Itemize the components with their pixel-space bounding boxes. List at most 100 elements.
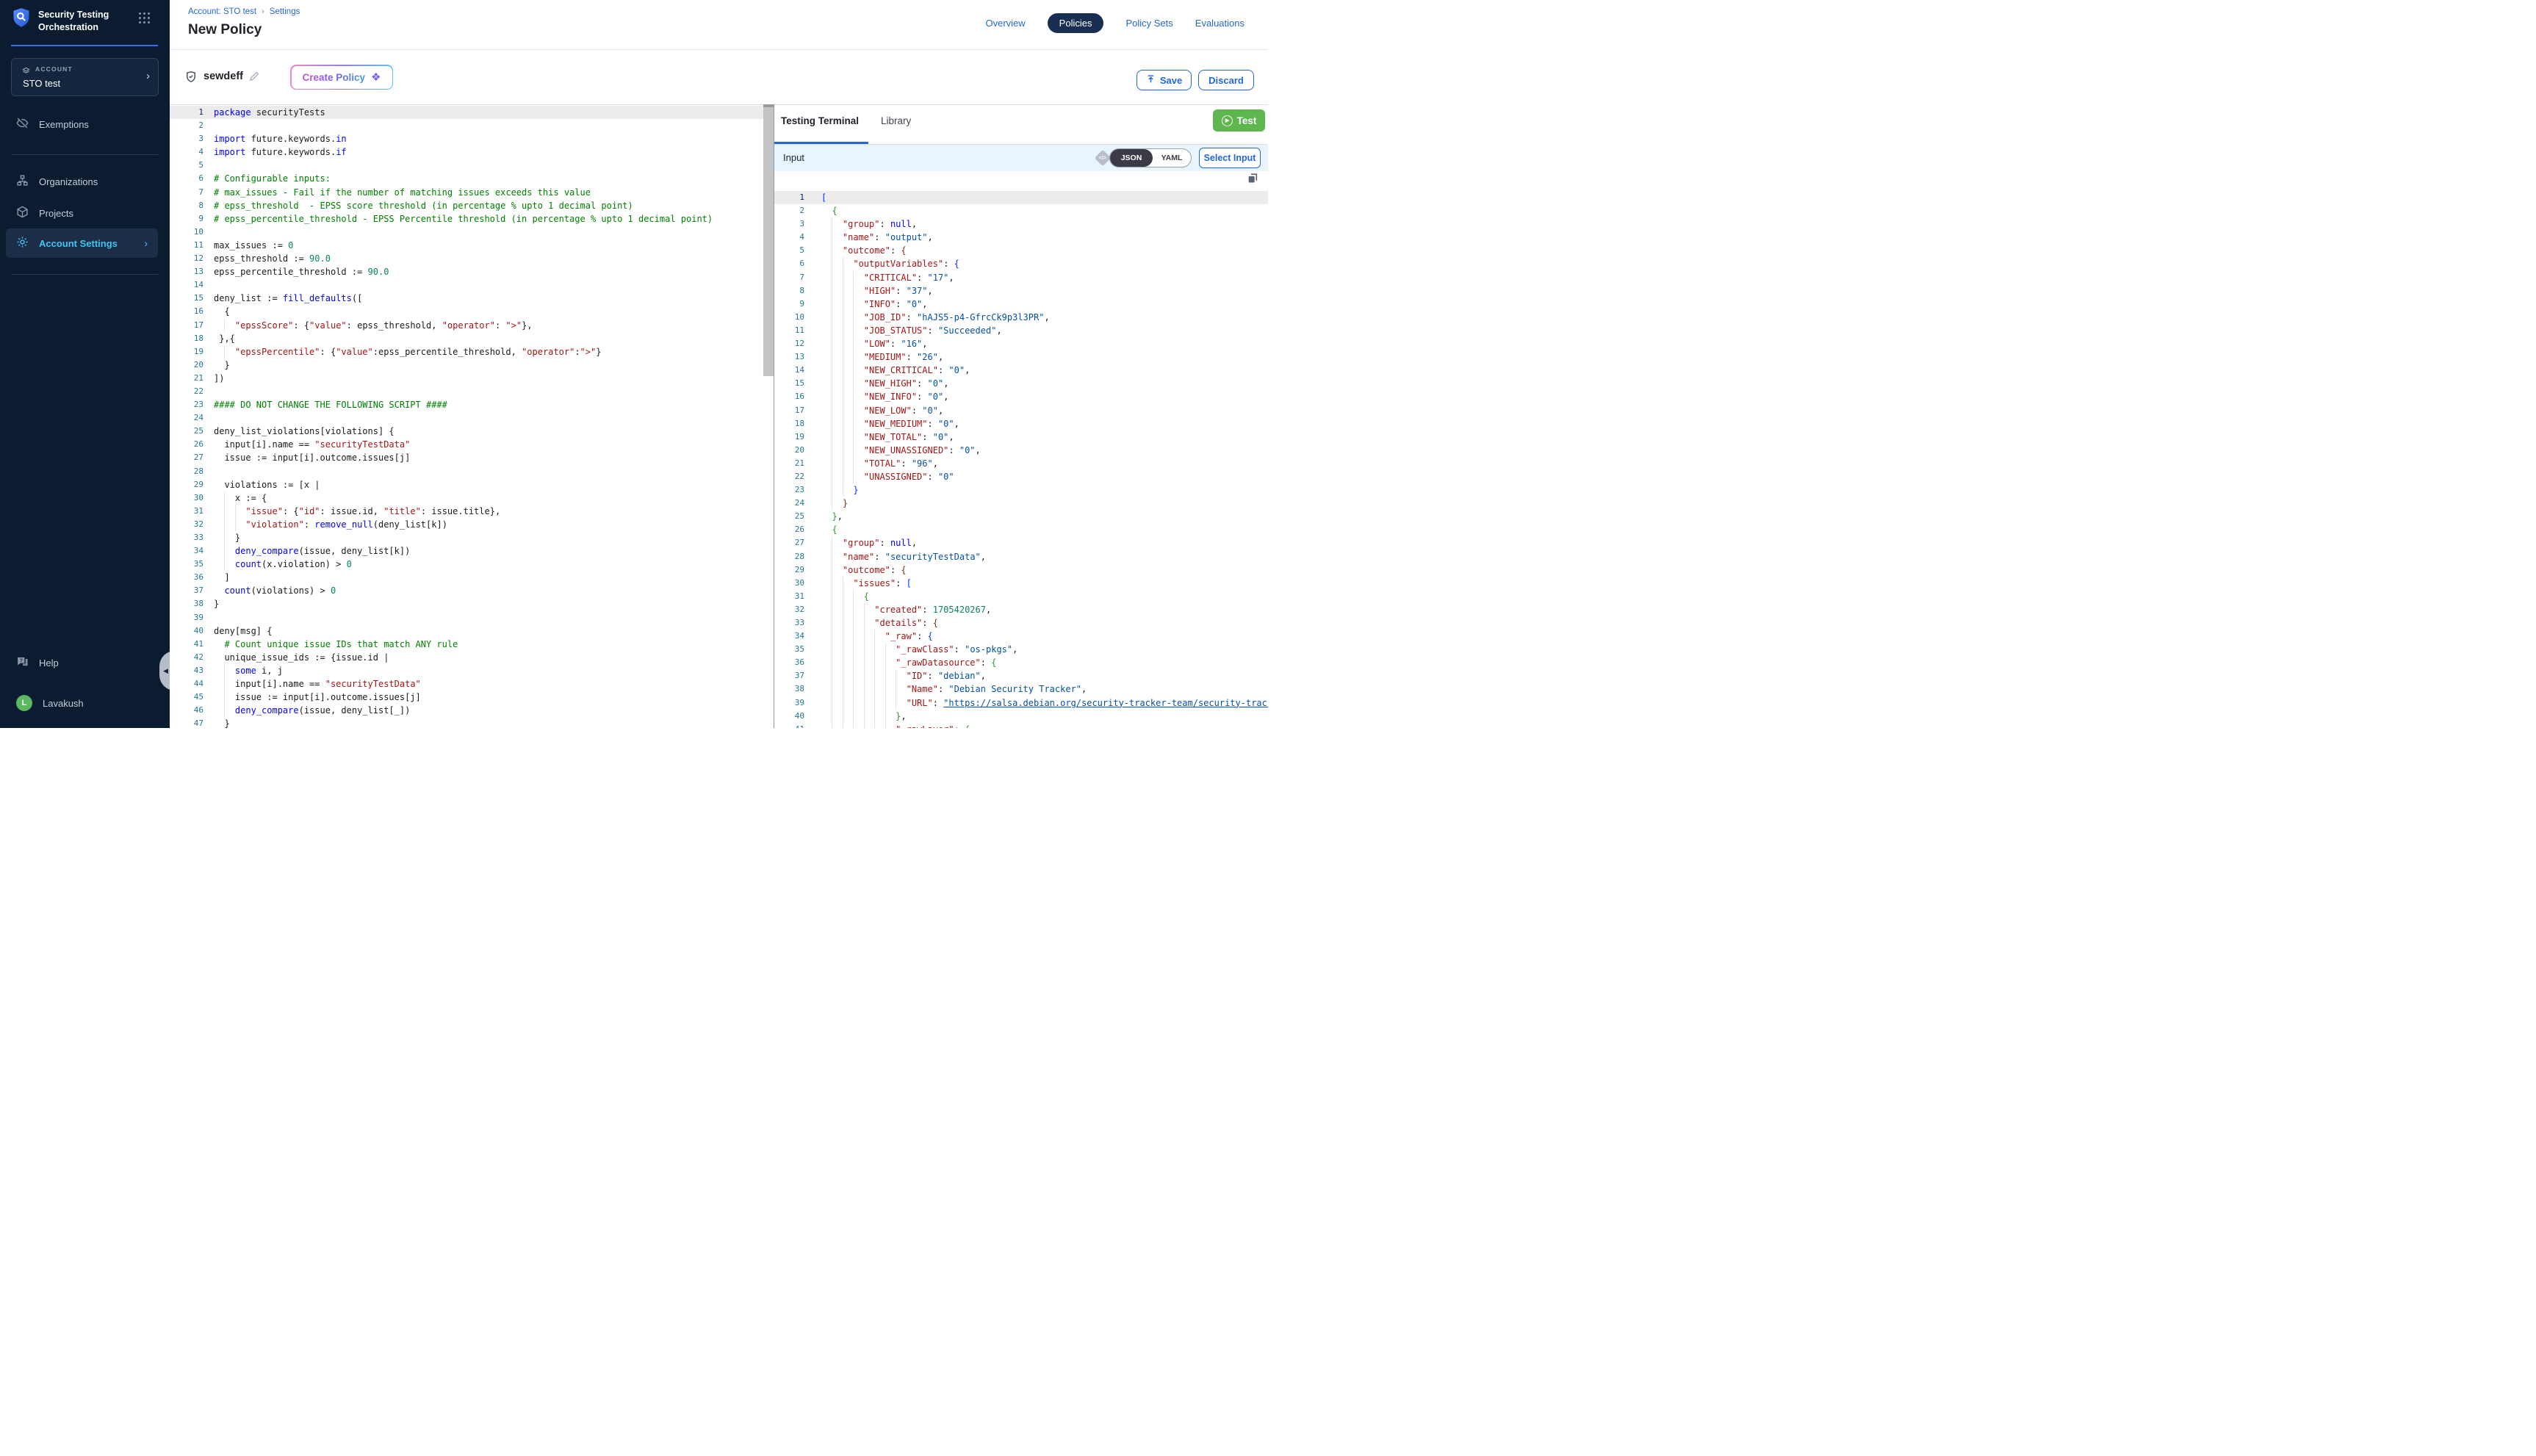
code-line: 15deny_list := fill_defaults([ [170, 292, 763, 305]
policy-tabs: Overview Policies Policy Sets Evaluation… [985, 13, 1244, 33]
tab-evaluations[interactable]: Evaluations [1195, 18, 1244, 29]
tab-library[interactable]: Library [881, 115, 911, 126]
sidebar-divider [11, 154, 158, 155]
create-policy-button[interactable]: Create Policy ❖ [290, 65, 393, 90]
code-line: 8 "HIGH": "37", [774, 284, 1268, 298]
discard-button[interactable]: Discard [1198, 70, 1254, 90]
breadcrumb-account-link[interactable]: Account: STO test [188, 7, 256, 16]
account-selector[interactable]: ACCOUNT STO test › [11, 58, 159, 96]
account-scope-label: ACCOUNT [35, 65, 73, 73]
code-line: 7 "CRITICAL": "17", [774, 271, 1268, 284]
editor-scrollbar[interactable] [763, 104, 774, 376]
edit-pencil-icon[interactable] [248, 70, 261, 86]
sidebar-item-organizations[interactable]: Organizations [0, 167, 170, 196]
chevron-right-icon: › [144, 237, 148, 249]
code-line: 1package securityTests [170, 106, 763, 119]
format-option-yaml[interactable]: YAML [1153, 149, 1191, 167]
tab-policy-sets[interactable]: Policy Sets [1125, 18, 1172, 29]
code-line: 13epss_percentile_threshold := 90.0 [170, 265, 763, 278]
avatar: L [16, 695, 32, 711]
code-line: 38} [170, 597, 763, 610]
page-title: New Policy [188, 22, 262, 38]
code-line: 18 },{ [170, 332, 763, 345]
code-line: 20 "NEW_UNASSIGNED": "0", [774, 444, 1268, 457]
sidebar-item-help[interactable]: ? Help [0, 648, 170, 677]
code-line: 38 "Name": "Debian Security Tracker", [774, 682, 1268, 696]
code-line: 15 "NEW_HIGH": "0", [774, 377, 1268, 390]
tab-overview[interactable]: Overview [985, 18, 1025, 29]
chevron-right-icon: › [146, 70, 150, 82]
help-chat-icon: ? [16, 655, 29, 670]
code-line: 30 x := { [170, 491, 763, 505]
tab-testing-terminal[interactable]: Testing Terminal [781, 115, 859, 126]
code-line: 21 "TOTAL": "96", [774, 457, 1268, 470]
policy-shield-check-icon [184, 70, 198, 87]
code-line: 10 [170, 226, 763, 239]
sidebar-user[interactable]: L Lavakush [0, 688, 170, 718]
code-line: 37 count(violations) > 0 [170, 584, 763, 597]
code-line: 31 "issue": {"id": issue.id, "title": is… [170, 505, 763, 518]
code-line: 5 "outcome": { [774, 244, 1268, 257]
code-line: 43 some i, j [170, 664, 763, 677]
cube-icon [16, 206, 29, 220]
code-line: 13 "MEDIUM": "26", [774, 350, 1268, 364]
tab-policies[interactable]: Policies [1048, 13, 1104, 33]
code-line: 3 "group": null, [774, 217, 1268, 231]
code-line: 40deny[msg] { [170, 624, 763, 638]
code-line: 34 deny_compare(issue, deny_list[k]) [170, 544, 763, 558]
code-line: 36 ] [170, 571, 763, 584]
code-line: 41 # Count unique issue IDs that match A… [170, 638, 763, 651]
org-chart-icon [16, 174, 29, 189]
format-option-json[interactable]: JSON [1110, 149, 1153, 167]
code-line: 33 "details": { [774, 616, 1268, 630]
code-line: 11max_issues := 0 [170, 239, 763, 252]
code-line: 26 { [774, 523, 1268, 536]
policy-code-editor[interactable]: 1package securityTests23import future.ke… [170, 106, 763, 728]
code-line: 28 [170, 465, 763, 478]
code-line: 4 "name": "output", [774, 231, 1268, 244]
code-line: 30 "issues": [ [774, 577, 1268, 590]
code-line: 6# Configurable inputs: [170, 172, 763, 185]
select-input-button[interactable]: Select Input [1199, 148, 1261, 168]
code-line: 5 [170, 159, 763, 172]
save-button[interactable]: Save [1136, 70, 1192, 90]
breadcrumb: Account: STO test › Settings [188, 7, 300, 16]
code-line: 18 "NEW_MEDIUM": "0", [774, 417, 1268, 430]
code-line: 32 "created": 1705420267, [774, 603, 1268, 616]
app-logo-shield-icon [11, 7, 32, 32]
sidebar-item-label: Help [39, 657, 59, 668]
module-grid-icon[interactable] [139, 12, 151, 24]
account-name: STO test [23, 78, 60, 89]
sidebar-item-exemptions[interactable]: Exemptions [0, 109, 170, 139]
code-line: 26 input[i].name == "securityTestData" [170, 438, 763, 451]
code-line: 6 "outputVariables": { [774, 257, 1268, 270]
code-line: 29 violations := [x | [170, 478, 763, 491]
code-line: 9 "INFO": "0", [774, 298, 1268, 311]
code-line: 14 [170, 278, 763, 292]
test-button[interactable]: ▶ Test [1213, 109, 1265, 131]
sidebar-item-account-settings[interactable]: Account Settings › [6, 228, 158, 258]
sidebar-accent-rule [11, 45, 158, 46]
test-input-editor[interactable]: 1[2 {3 "group": null,4 "name": "output",… [774, 184, 1268, 728]
play-icon: ▶ [1222, 115, 1233, 126]
code-line: 42 unique_issue_ids := {issue.id | [170, 651, 763, 664]
code-line: 21]) [170, 372, 763, 385]
format-toggle[interactable]: JSON YAML [1109, 148, 1192, 167]
sidebar-item-projects[interactable]: Projects [0, 198, 170, 228]
sidebar-item-label: Exemptions [39, 119, 89, 130]
code-line: 45 issue := input[i].outcome.issues[j] [170, 691, 763, 704]
code-line: 19 "NEW_TOTAL": "0", [774, 430, 1268, 444]
input-section-header [774, 145, 1268, 171]
code-line: 40 }, [774, 710, 1268, 723]
breadcrumb-settings-link[interactable]: Settings [270, 7, 300, 16]
app-title: Security Testing Orchestration [38, 9, 126, 34]
code-line: 2 { [774, 204, 1268, 217]
sidebar-item-label: Organizations [39, 176, 98, 187]
editor-scrollbar-cap [763, 104, 774, 107]
test-label: Test [1237, 115, 1257, 126]
code-line: 9# epss_percentile_threshold - EPSS Perc… [170, 212, 763, 226]
code-line: 33 } [170, 531, 763, 544]
code-line: 25 }, [774, 510, 1268, 523]
sidebar-item-label: Account Settings [39, 238, 118, 249]
code-line: 25deny_list_violations[violations] { [170, 425, 763, 438]
